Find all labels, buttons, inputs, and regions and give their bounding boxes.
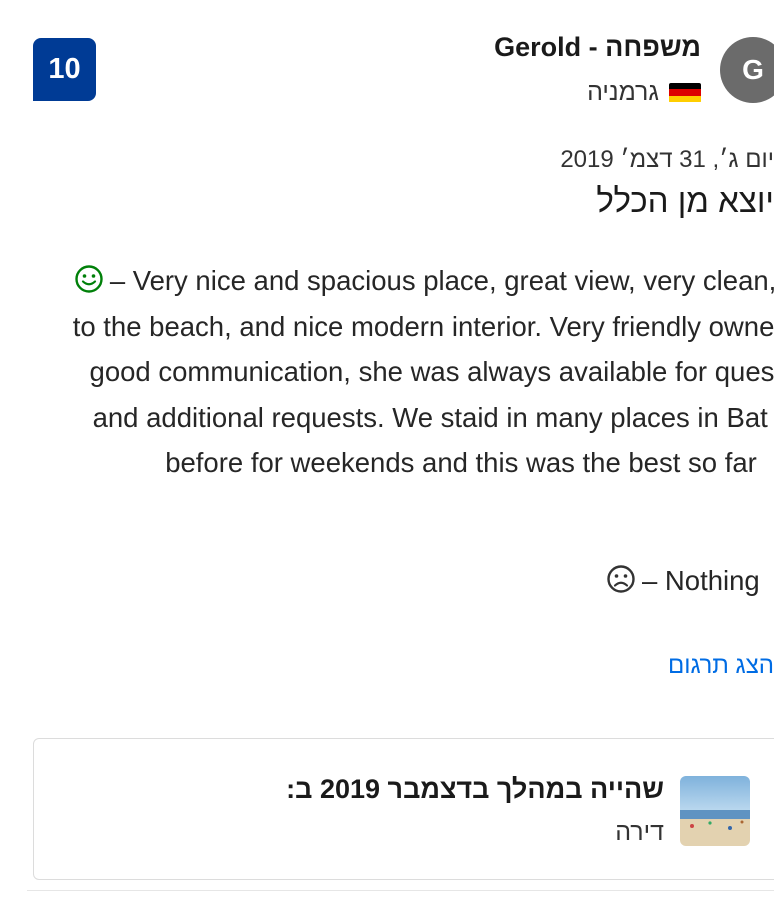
stay-info-card — [33, 738, 774, 880]
divider — [27, 890, 774, 891]
negative-comment: – Nothing — [606, 558, 760, 603]
review-page: 10 G Gerold - משפחה גרמניה יום ג׳, 31 דצ… — [0, 0, 774, 900]
positive-comment-text: – Very nice and spacious place, great vi… — [72, 265, 774, 478]
avatar-letter: G — [742, 54, 764, 85]
beach-photo-image — [680, 776, 750, 846]
frowning-face-icon — [607, 565, 635, 593]
show-translation-link[interactable]: הצג תרגום — [668, 652, 774, 680]
reviewer-country: גרמניה — [587, 78, 701, 107]
country-name: גרמניה — [587, 78, 659, 106]
reviewer-name: Gerold - משפחה — [494, 32, 701, 62]
smiley-face-icon — [75, 265, 103, 293]
negative-comment-text: – Nothing — [642, 565, 760, 596]
positive-comment: – Very nice and spacious place, great vi… — [66, 258, 774, 486]
review-title: יוצא מן הכלל — [596, 182, 774, 219]
stay-period-label: שהייה במהלך בדצמבר 2019 ב: — [286, 774, 664, 804]
beach-photo-thumbnail[interactable] — [680, 776, 750, 846]
review-date: יום ג׳, 31 דצמ׳ 2019 — [560, 146, 774, 173]
room-type-label: דירה — [615, 818, 664, 846]
avatar: G — [720, 37, 774, 103]
germany-flag-icon — [669, 82, 701, 103]
review-score-badge: 10 — [33, 38, 96, 101]
